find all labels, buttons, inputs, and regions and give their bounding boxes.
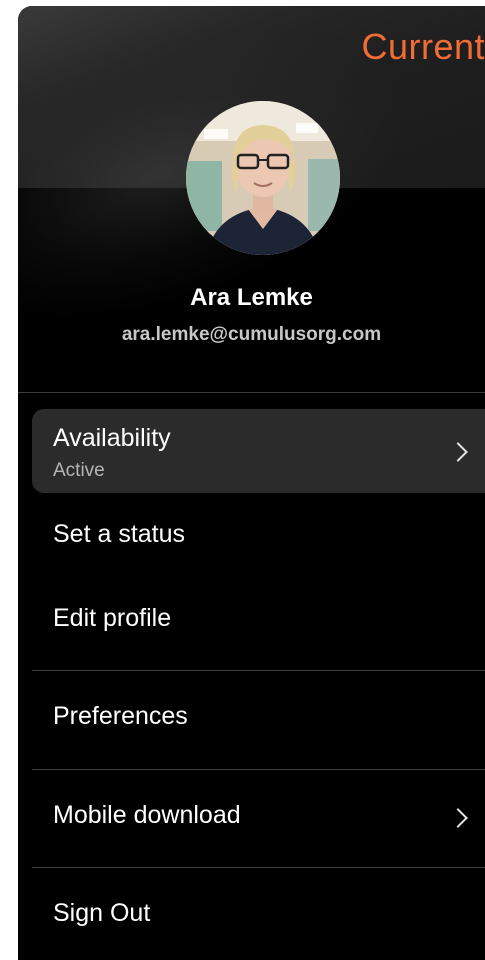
- mobile-download-menu-item[interactable]: Mobile download: [32, 787, 485, 847]
- divider: [32, 769, 485, 770]
- user-email: ara.lemke@cumulusorg.com: [121, 324, 382, 345]
- edit-profile-label: Edit profile: [53, 604, 172, 632]
- mobile-download-label: Mobile download: [53, 801, 241, 829]
- preferences-menu-item[interactable]: Preferences: [32, 688, 485, 748]
- chevron-right-icon: [448, 442, 468, 462]
- avatar-photo: [186, 101, 340, 255]
- set-status-menu-item[interactable]: Set a status: [32, 506, 485, 566]
- user-name: Ara Lemke: [190, 284, 313, 311]
- availability-label: Availability: [53, 424, 171, 452]
- divider: [32, 867, 485, 868]
- availability-status: Active: [53, 460, 105, 481]
- sign-out-menu-item[interactable]: Sign Out: [32, 885, 485, 945]
- banner-title: Current: [361, 26, 485, 67]
- avatar[interactable]: [186, 101, 340, 255]
- divider: [32, 670, 485, 671]
- edit-profile-menu-item[interactable]: Edit profile: [32, 590, 485, 650]
- set-status-label: Set a status: [53, 520, 186, 548]
- profile-menu-panel: Current Ara Lemke ara.lemke@cumulusorg.c…: [18, 6, 485, 960]
- divider: [18, 392, 485, 393]
- preferences-label: Preferences: [53, 702, 188, 730]
- availability-menu-item[interactable]: Availability Active: [32, 409, 485, 493]
- sign-out-label: Sign Out: [53, 899, 151, 927]
- chevron-right-icon: [448, 808, 468, 828]
